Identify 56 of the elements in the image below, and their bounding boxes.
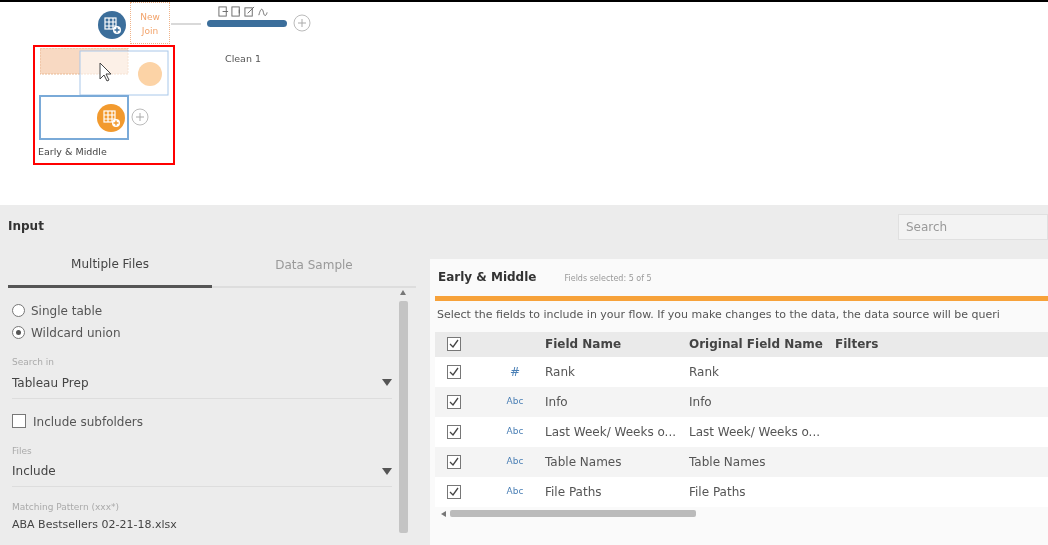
table-cell-text: Info (545, 393, 569, 411)
tab[interactable]: Multiple Files (8, 249, 212, 288)
radio-option[interactable]: Single table (12, 302, 392, 320)
node-label: Early & Middle (38, 145, 107, 159)
step-label: Clean 1 (225, 52, 262, 66)
field-count: Fields selected: 5 of 5 (564, 273, 652, 285)
scrollbar-thumb[interactable] (450, 510, 696, 517)
table-cell-text: Table Names (689, 453, 767, 471)
input-icon[interactable] (97, 10, 127, 40)
panel-title: Early & Middle (438, 269, 537, 286)
field-label: Files (12, 444, 33, 458)
exit-icon[interactable] (218, 6, 229, 17)
type-icon: Abc (506, 484, 524, 499)
input-icon[interactable] (96, 103, 126, 133)
checkbox[interactable] (447, 484, 461, 499)
checkbox[interactable] (447, 337, 461, 351)
type-icon: Abc (506, 394, 524, 409)
table-cell-text: Rank (545, 363, 576, 381)
table-cell-text: Rank (689, 363, 720, 381)
checkbox[interactable] (447, 454, 461, 469)
instruction-text: Select the fields to include in your flow. If you make changes to the data, the data source will be queri (436, 307, 1001, 323)
checkbox[interactable] (447, 364, 461, 379)
connector-line (171, 22, 201, 26)
field-label: Search in (12, 356, 55, 369)
table-cell-text: File Paths (689, 483, 747, 501)
table-cell-text: Info (689, 393, 713, 411)
input-field[interactable]: ABA Bestsellers 02-21-18.xlsx (12, 514, 392, 533)
scroll-left-icon[interactable] (441, 510, 446, 517)
search-field[interactable]: Search (898, 214, 1048, 240)
table-cell-text: Last Week/ Weeks o... (689, 423, 822, 441)
scroll-up-icon[interactable] (400, 290, 406, 295)
table-cell-text: Table Names (545, 453, 623, 471)
squiggle-icon[interactable] (257, 6, 268, 17)
checkbox-option[interactable]: Include subfolders (12, 412, 392, 431)
dropdown-icon (382, 467, 392, 475)
table-cell-text: Last Week/ Weeks o... (545, 423, 678, 441)
type-icon: # (509, 362, 521, 381)
column-header: Original Field Name (689, 336, 824, 353)
clean-step-bar[interactable] (207, 20, 287, 28)
edit-icon[interactable] (244, 6, 255, 17)
column-header: Filters (835, 336, 880, 353)
dropdown[interactable]: Tableau Prep (12, 369, 392, 399)
exit-icon[interactable] (231, 6, 242, 17)
radio-option[interactable]: Wildcard union (12, 324, 392, 342)
checkbox[interactable] (447, 424, 461, 439)
table-cell-text: File Paths (545, 483, 603, 501)
dropdown[interactable]: Include (12, 458, 392, 487)
type-icon: Abc (506, 454, 524, 469)
dropdown-icon (382, 379, 392, 386)
field-label: Matching Pattern (xxx*) (12, 501, 120, 514)
scrollbar-thumb[interactable] (398, 301, 408, 533)
column-header: Field Name (545, 336, 623, 353)
cursor-icon (99, 62, 112, 82)
panel-title: Input (8, 218, 45, 235)
type-icon: Abc (506, 424, 524, 439)
checkbox[interactable] (447, 394, 461, 409)
